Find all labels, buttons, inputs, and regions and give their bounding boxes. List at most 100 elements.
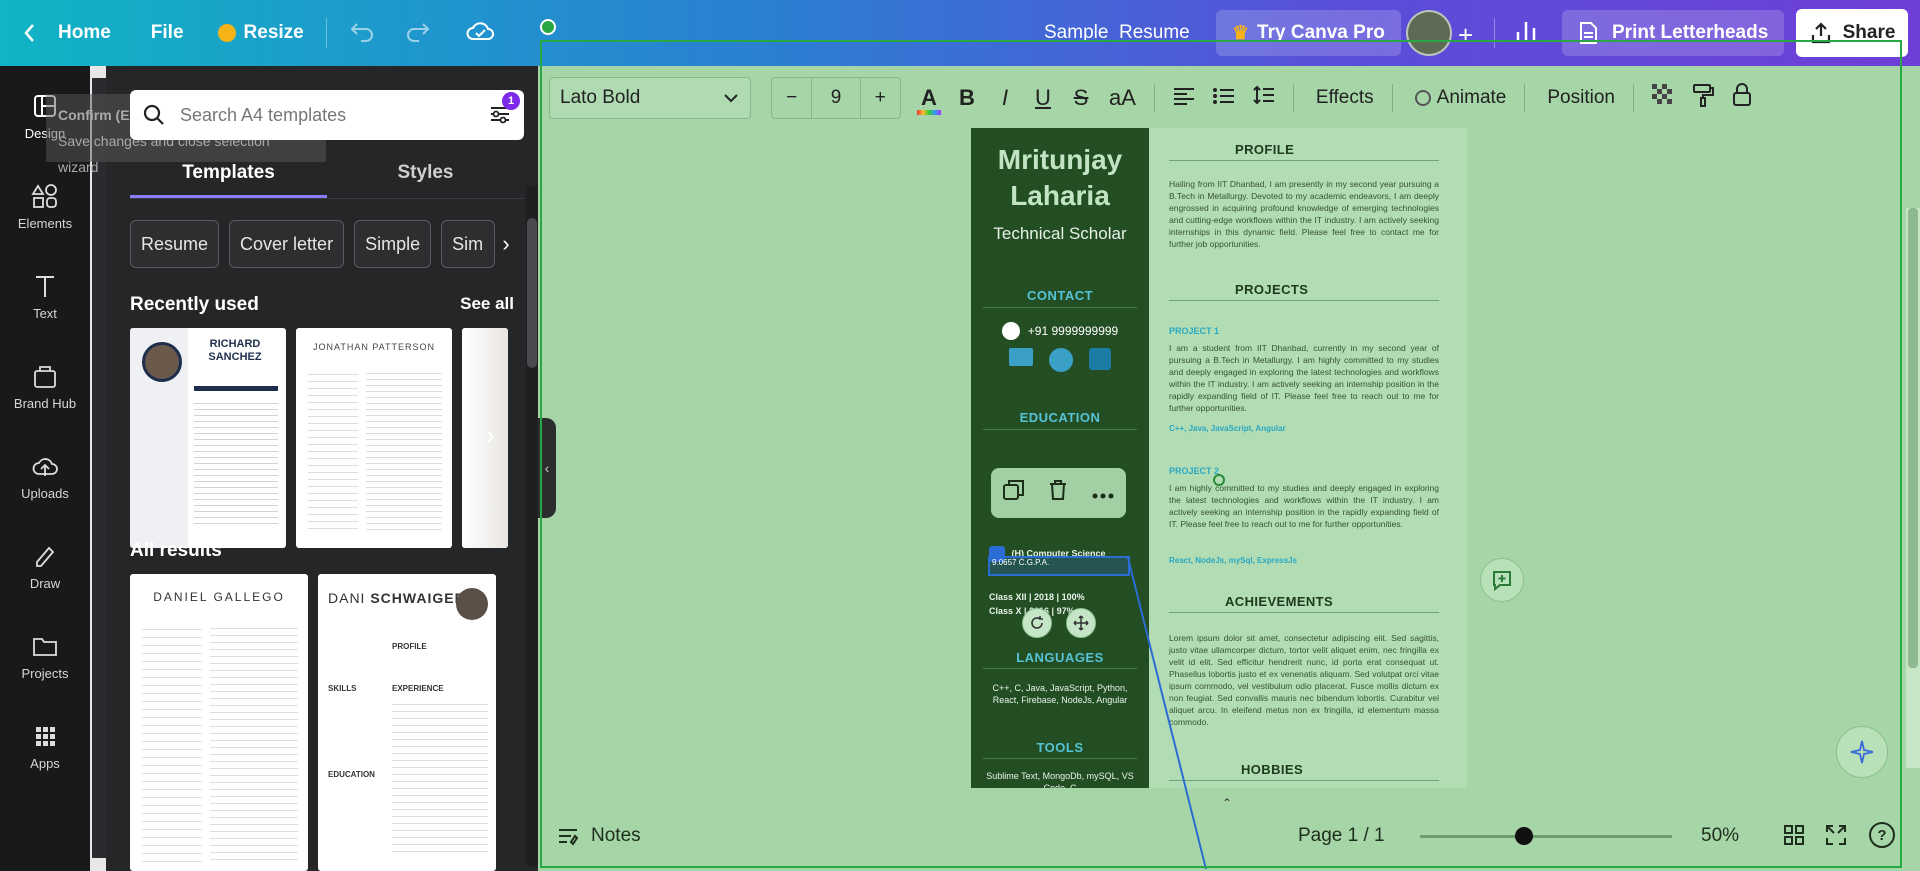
delete-button[interactable]: [1048, 479, 1068, 507]
font-family-select[interactable]: Lato Bold: [549, 77, 751, 119]
bullet-list-button[interactable]: [1212, 85, 1235, 111]
duplicate-button[interactable]: [1002, 479, 1025, 507]
rail-item-brand-hub[interactable]: Brand Hub: [0, 362, 90, 411]
projects-heading[interactable]: PROJECTS: [1235, 282, 1308, 297]
search-input[interactable]: Search A4 templates: [180, 105, 346, 126]
languages-heading[interactable]: LANGUAGES: [971, 650, 1149, 665]
project-1-tech[interactable]: C++, Java, JavaScript, Angular: [1169, 424, 1286, 433]
rotate-handle[interactable]: [1022, 608, 1052, 638]
page-indicator[interactable]: Page 1 / 1: [1298, 825, 1385, 847]
underline-button[interactable]: U: [1033, 85, 1053, 111]
chip-resume[interactable]: Resume: [130, 220, 220, 268]
help-button[interactable]: ?: [1869, 822, 1895, 848]
avatar[interactable]: [1406, 10, 1452, 56]
chips-next-button[interactable]: ›: [488, 222, 524, 266]
line-spacing-button[interactable]: [1253, 85, 1275, 111]
chip-cover-letter[interactable]: Cover letter: [229, 220, 345, 268]
increase-size-button[interactable]: +: [861, 87, 900, 109]
template-thumb-daniel[interactable]: DANIEL GALLEGO: [130, 574, 308, 871]
profile-heading[interactable]: PROFILE: [1235, 142, 1294, 157]
resume-page[interactable]: Mritunjay Laharia Technical Scholar CONT…: [971, 128, 1467, 788]
text-color-button[interactable]: A: [917, 85, 941, 115]
contact-heading[interactable]: CONTACT: [971, 288, 1149, 303]
cloud-save-status[interactable]: [465, 19, 495, 48]
font-size-value[interactable]: 9: [811, 77, 861, 119]
template-thumb-dani[interactable]: DANI SCHWAIGER PROFILE EXPERIENCE SKILLS…: [318, 574, 496, 871]
tools-heading[interactable]: TOOLS: [971, 740, 1149, 755]
insights-button[interactable]: [1515, 18, 1537, 49]
chip-simple[interactable]: Simple: [354, 220, 432, 268]
add-collaborator-button[interactable]: +: [1458, 20, 1473, 51]
template-thumb-partial[interactable]: [462, 328, 508, 548]
redo-button[interactable]: [405, 20, 431, 47]
education-heading[interactable]: EDUCATION: [971, 410, 1149, 425]
print-letterheads-button[interactable]: Print Letterheads: [1562, 10, 1785, 56]
rail-item-elements[interactable]: Elements: [0, 182, 90, 231]
position-button[interactable]: Position: [1547, 87, 1615, 109]
chip-simple-more[interactable]: Sim: [441, 220, 496, 268]
resume-name[interactable]: Mritunjay Laharia: [971, 142, 1149, 214]
thumbs-next-button[interactable]: ›: [486, 420, 495, 451]
project-1-text[interactable]: I am a student from IIT Dhanbad, current…: [1169, 342, 1439, 414]
filter-button[interactable]: 1: [488, 92, 520, 131]
back-home-button[interactable]: Home: [22, 0, 111, 66]
animate-button[interactable]: Animate: [1414, 87, 1506, 109]
expand-pages-button[interactable]: ⌃: [1222, 796, 1232, 810]
file-menu-button[interactable]: File: [151, 0, 184, 66]
class-xii-row[interactable]: Class XII | 2018 | 100%: [989, 592, 1085, 602]
tab-styles[interactable]: Styles: [327, 162, 524, 198]
resume-role[interactable]: Technical Scholar: [971, 224, 1149, 244]
zoom-slider[interactable]: [1420, 827, 1672, 845]
copy-style-button[interactable]: [1692, 83, 1714, 113]
italic-button[interactable]: I: [995, 85, 1015, 111]
bold-button[interactable]: B: [957, 85, 977, 111]
effects-button[interactable]: Effects: [1316, 87, 1374, 109]
linkedin-icon[interactable]: [1089, 348, 1111, 370]
github-icon[interactable]: [1049, 348, 1073, 372]
letter-case-button[interactable]: aA: [1109, 85, 1136, 111]
lock-button[interactable]: [1732, 83, 1752, 113]
try-pro-button[interactable]: ♛ Try Canva Pro: [1216, 10, 1401, 56]
notes-button[interactable]: Notes: [557, 825, 641, 847]
panel-scroll-thumb[interactable]: [527, 218, 537, 368]
project-2-text[interactable]: I am highly committed to my studies and …: [1169, 482, 1439, 530]
zoom-slider-knob[interactable]: [1514, 827, 1533, 845]
vertical-scroll-thumb[interactable]: [1908, 208, 1918, 668]
profile-text[interactable]: Hailing from IIT Dhanbad, I am presently…: [1169, 178, 1439, 250]
rail-scrollbar[interactable]: [92, 78, 106, 858]
transparency-button[interactable]: [1651, 84, 1674, 112]
document-title[interactable]: Sample_Resume: [1044, 0, 1190, 66]
achievements-heading[interactable]: ACHIEVEMENTS: [1225, 594, 1333, 609]
horizontal-scroll-track[interactable]: [548, 796, 1888, 802]
languages-text[interactable]: C++, C, Java, JavaScript, Python, React,…: [983, 682, 1137, 706]
rail-item-projects[interactable]: Projects: [0, 632, 90, 681]
resize-button[interactable]: Resize: [204, 10, 318, 56]
grid-view-button[interactable]: [1783, 824, 1805, 852]
tools-text[interactable]: Sublime Text, MongoDb, mySQL, VS Code, C: [983, 770, 1137, 788]
rail-item-apps[interactable]: Apps: [0, 722, 90, 771]
collapse-panel-button[interactable]: ‹: [538, 418, 556, 518]
rail-item-draw[interactable]: Draw: [0, 542, 90, 591]
zoom-level[interactable]: 50%: [1701, 825, 1739, 847]
selected-text-box[interactable]: 9.0657 C.G.P.A.: [988, 556, 1130, 576]
see-all-link[interactable]: See all: [460, 294, 514, 314]
add-comment-button[interactable]: [1480, 558, 1524, 602]
rail-item-uploads[interactable]: Uploads: [0, 452, 90, 501]
template-thumb-richard[interactable]: RICHARD SANCHEZ: [130, 328, 286, 548]
canvas-vertical-scrollbar[interactable]: [1906, 208, 1920, 768]
hobbies-heading[interactable]: HOBBIES: [1241, 762, 1303, 777]
tab-templates[interactable]: Templates: [130, 162, 327, 198]
move-handle[interactable]: [1066, 608, 1096, 638]
magic-assistant-button[interactable]: [1836, 726, 1888, 778]
strikethrough-button[interactable]: S: [1071, 85, 1091, 111]
project-2-title[interactable]: PROJECT 2: [1169, 466, 1219, 476]
project-1-title[interactable]: PROJECT 1: [1169, 326, 1219, 336]
font-size-stepper[interactable]: − 9 +: [771, 77, 901, 119]
email-icon[interactable]: [1009, 348, 1033, 366]
decrease-size-button[interactable]: −: [772, 87, 811, 109]
phone-row[interactable]: +91 9999999999: [971, 322, 1149, 340]
template-thumb-jonathan[interactable]: JONATHAN PATTERSON: [296, 328, 452, 548]
fullscreen-button[interactable]: [1825, 824, 1847, 852]
share-button[interactable]: Share: [1796, 9, 1908, 57]
rail-item-text[interactable]: Text: [0, 272, 90, 321]
